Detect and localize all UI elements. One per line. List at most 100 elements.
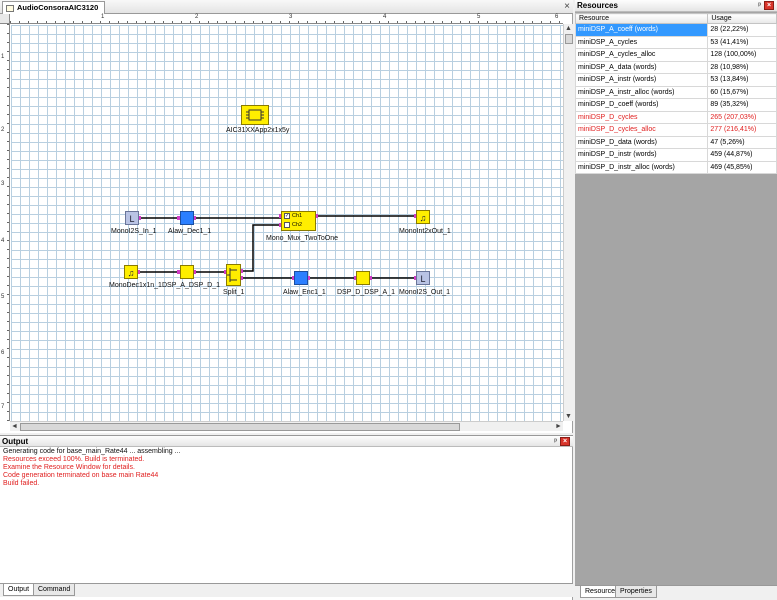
vertical-scroll-thumb[interactable] xyxy=(565,34,573,44)
resource-usage: 89 (35,32%) xyxy=(707,98,777,112)
resource-usage: 28 (10,98%) xyxy=(707,60,777,74)
column-header-usage[interactable]: Usage xyxy=(707,13,777,24)
alaw-enc-label: Alaw_Enc1_1 xyxy=(283,289,326,296)
mono-i2s-in-label: MonoI2S_In_1 xyxy=(111,228,157,235)
document-close-icon[interactable]: × xyxy=(564,1,570,13)
resource-usage: 265 (207,03%) xyxy=(707,110,777,124)
ruler-number: 1 xyxy=(1,54,5,60)
ruler-number: 7 xyxy=(1,404,5,410)
vertical-scrollbar[interactable]: ▲ ▼ xyxy=(563,24,573,421)
pin-icon[interactable]: ᵖ xyxy=(554,436,557,447)
log-line: Examine the Resource Window for details. xyxy=(3,464,135,471)
input-icon: L xyxy=(129,214,135,224)
table-row[interactable]: miniDSP_A_cycles 53 (41,41%) xyxy=(574,35,777,49)
table-row[interactable]: miniDSP_D_cycles 265 (207,03%) xyxy=(574,110,777,124)
design-canvas[interactable]: AIC31XXApp2x1x5y L MonoI2S_In_1 Alaw_Dec… xyxy=(11,25,563,421)
ruler-number: 2 xyxy=(195,14,199,20)
horizontal-ruler: 1 2 3 4 5 6 xyxy=(10,14,563,24)
resource-usage: 47 (5,26%) xyxy=(707,135,777,149)
ruler-number: 5 xyxy=(1,294,5,300)
tab-properties[interactable]: Properties xyxy=(615,586,657,598)
tab-command[interactable]: Command xyxy=(33,584,76,596)
column-header-resource[interactable]: Resource xyxy=(574,13,709,24)
ruler-number: 5 xyxy=(477,14,481,20)
mono-i2s-out-block[interactable]: L xyxy=(416,271,430,285)
table-row[interactable]: miniDSP_D_cycles_alloc 277 (216,41%) xyxy=(574,123,777,137)
pin-icon[interactable]: ᵖ xyxy=(758,0,761,11)
output-close-icon[interactable]: × xyxy=(560,437,570,446)
mux-ch1-label: Ch1 xyxy=(292,213,303,219)
table-row[interactable]: miniDSP_A_coeff (words) 28 (22,22%) xyxy=(574,23,777,37)
log-line: Generating code for base_main_Rate44 ...… xyxy=(3,448,181,455)
resource-name: miniDSP_A_cycles_alloc xyxy=(574,48,709,62)
ruler-number: 2 xyxy=(1,127,5,133)
split-label: Split_1 xyxy=(223,289,245,296)
alaw-dec-block[interactable] xyxy=(180,211,194,225)
output-icon: L xyxy=(420,274,426,284)
resources-table: Resource Usage miniDSP_A_coeff (words) 28… xyxy=(574,13,777,174)
wire[interactable] xyxy=(241,224,281,272)
mono-dec-in-block[interactable]: ♫ xyxy=(124,265,138,279)
resource-name: miniDSP_A_instr (words) xyxy=(574,73,709,87)
document-tab[interactable]: AudioConsoraAIC3120 xyxy=(2,1,106,14)
table-row[interactable]: miniDSP_D_coeff (words) 89 (35,32%) xyxy=(574,98,777,112)
dsp-d-dsp-a-block[interactable] xyxy=(356,271,370,285)
ruler-corner xyxy=(0,14,10,24)
table-row[interactable]: miniDSP_A_instr_alloc (words) 60 (15,67%) xyxy=(574,85,777,99)
alaw-enc-block[interactable] xyxy=(294,271,308,285)
resource-usage: 459 (44,87%) xyxy=(707,148,777,162)
scroll-up-icon[interactable]: ▲ xyxy=(564,24,573,33)
mono-int-out-block[interactable]: ♫ xyxy=(416,210,430,224)
horizontal-scroll-thumb[interactable] xyxy=(20,423,460,431)
alaw-dec-label: Alaw_Dec1_1 xyxy=(168,228,212,235)
scroll-left-icon[interactable]: ◄ xyxy=(10,422,19,431)
aic-app-block[interactable] xyxy=(241,105,269,125)
document-icon xyxy=(6,5,14,12)
resource-usage: 469 (45,85%) xyxy=(707,160,777,174)
table-row[interactable]: miniDSP_D_instr_alloc (words) 469 (45,85%… xyxy=(574,160,777,174)
resource-name: miniDSP_D_cycles_alloc xyxy=(574,123,709,137)
resources-header: Resources ᵖ × xyxy=(575,0,777,12)
aic-app-label: AIC31XXApp2x1x5y xyxy=(226,127,290,134)
mono-i2s-out-label: MonoI2S_Out_1 xyxy=(399,289,450,296)
table-row[interactable]: miniDSP_A_data (words) 28 (10,98%) xyxy=(574,60,777,74)
resource-usage: 128 (100,00%) xyxy=(707,48,777,62)
table-row[interactable]: miniDSP_A_instr (words) 53 (13,84%) xyxy=(574,73,777,87)
output-log[interactable]: Generating code for base_main_Rate44 ...… xyxy=(0,447,573,587)
resource-usage: 60 (15,67%) xyxy=(707,85,777,99)
ch1-check-icon: ✓ xyxy=(284,213,290,219)
output-header: Output ᵖ × xyxy=(0,435,573,447)
resource-usage: 53 (41,41%) xyxy=(707,35,777,49)
scroll-right-icon[interactable]: ► xyxy=(554,422,563,431)
split-block[interactable] xyxy=(226,264,241,286)
dsp-a-dsp-d-block[interactable] xyxy=(180,265,194,279)
resource-name: miniDSP_D_instr_alloc (words) xyxy=(574,160,709,174)
table-row[interactable]: miniDSP_A_cycles_alloc 128 (100,00%) xyxy=(574,48,777,62)
table-header-row: Resource Usage xyxy=(574,13,777,24)
dsp-a-dsp-d-label: DSP_A_DSP_D_1 xyxy=(162,282,220,289)
resource-usage: 53 (13,84%) xyxy=(707,73,777,87)
resources-panel: Resources ᵖ × Resource Usage miniDSP_A_c… xyxy=(574,0,777,600)
resources-close-icon[interactable]: × xyxy=(764,1,774,10)
mux-ch2-label: Ch2 xyxy=(292,222,303,228)
resources-title: Resources xyxy=(577,1,618,10)
output-tab-strip: Output Command xyxy=(0,583,573,597)
log-line: Code generation terminated on base main … xyxy=(3,472,159,479)
vertical-ruler: 1 2 3 4 5 6 7 xyxy=(0,24,10,421)
output-panel: Output ᵖ × Generating code for base_main… xyxy=(0,435,573,600)
tab-output[interactable]: Output xyxy=(3,584,35,596)
horizontal-scrollbar[interactable]: ◄ ► xyxy=(10,421,563,431)
resources-tab-strip: Resources Properties xyxy=(575,585,777,600)
ch2-radio-icon xyxy=(284,222,290,228)
chip-icon xyxy=(246,109,264,121)
mono-mux-block[interactable]: ✓ Ch1 Ch2 xyxy=(281,211,316,231)
table-row[interactable]: miniDSP_D_data (words) 47 (5,26%) xyxy=(574,135,777,149)
audio-icon: ♫ xyxy=(127,268,135,278)
log-line: Build failed. xyxy=(3,480,40,487)
ruler-number: 1 xyxy=(101,14,105,20)
resource-name: miniDSP_D_instr (words) xyxy=(574,148,709,162)
mono-i2s-in-block[interactable]: L xyxy=(125,211,139,225)
table-row[interactable]: miniDSP_D_instr (words) 459 (44,87%) xyxy=(574,148,777,162)
scroll-down-icon[interactable]: ▼ xyxy=(564,412,573,421)
ruler-number: 4 xyxy=(1,238,5,244)
